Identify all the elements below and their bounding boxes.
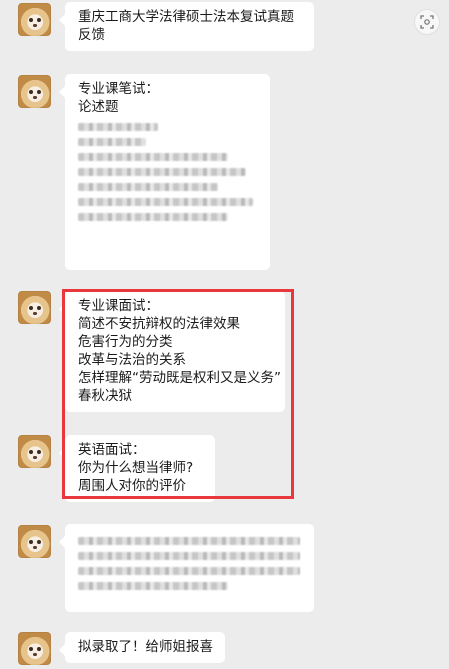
blurred-text — [78, 213, 228, 221]
message-bubble: 拟录取了！给师姐报喜 — [59, 632, 225, 663]
blurred-text — [78, 168, 246, 176]
blurred-text — [78, 183, 218, 191]
blurred-text — [78, 138, 146, 146]
message-text: 拟录取了！给师姐报喜 — [78, 639, 213, 655]
message-bubble — [59, 524, 314, 612]
blurred-text — [78, 123, 158, 131]
avatar[interactable] — [18, 525, 51, 558]
avatar[interactable] — [18, 632, 51, 665]
message-text: 论述题 — [78, 99, 119, 115]
blurred-text — [78, 567, 300, 575]
message-text: 重庆工商大学法律硕士法本复试真题 — [78, 9, 294, 25]
message-bubble: 重庆工商大学法律硕士法本复试真题 反馈 — [59, 2, 314, 51]
blurred-text — [78, 582, 228, 590]
avatar[interactable] — [18, 291, 51, 324]
blurred-text — [78, 198, 253, 206]
message-text: 专业课笔试： — [78, 81, 159, 97]
blurred-text — [78, 153, 228, 161]
avatar[interactable] — [18, 75, 51, 108]
screenshot-icon[interactable] — [414, 9, 440, 35]
blurred-text — [78, 537, 300, 545]
highlight-box — [62, 289, 294, 499]
message-text: 反馈 — [78, 27, 105, 43]
blurred-text — [78, 552, 300, 560]
avatar[interactable] — [18, 435, 51, 468]
avatar[interactable] — [18, 3, 51, 36]
message-bubble: 专业课笔试： 论述题 — [59, 74, 270, 270]
